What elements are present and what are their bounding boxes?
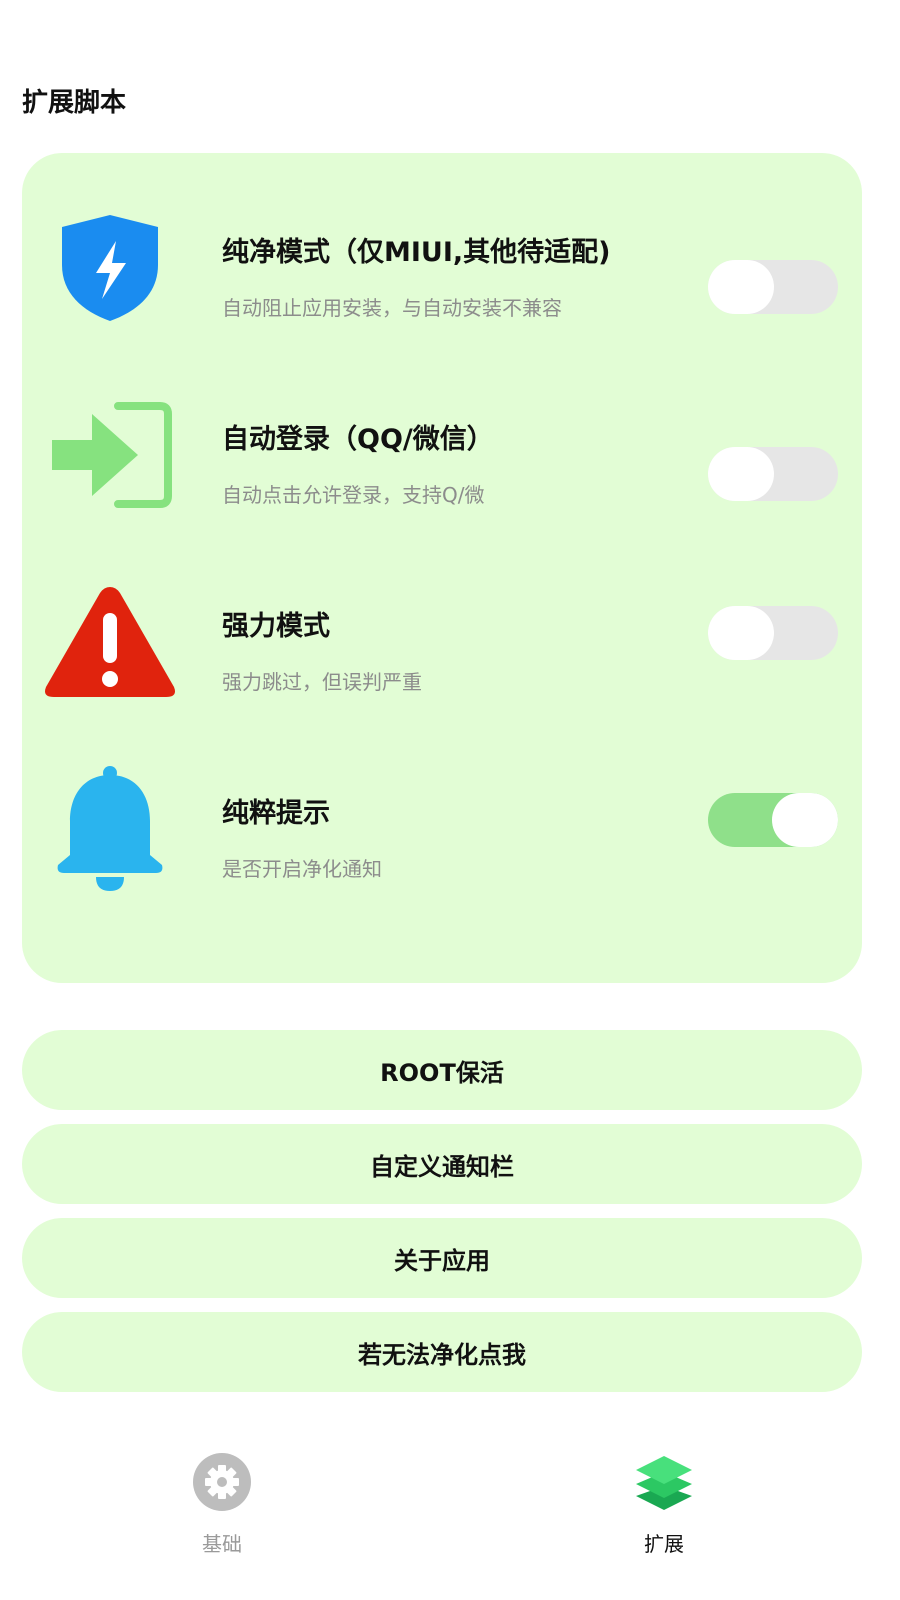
extension-page: 扩展脚本 纯净模式（仅MIUI,其他待适配) 自动阻止应用安装，与自动安装不兼容 xyxy=(0,0,900,1600)
setting-title: 强力模式 xyxy=(222,611,330,642)
toggle-knob xyxy=(708,606,774,660)
setting-subtitle: 是否开启净化通知 xyxy=(222,857,382,881)
setting-row-pure-notify: 纯粹提示 是否开启净化通知 xyxy=(22,759,862,919)
auto-login-toggle[interactable] xyxy=(708,447,838,501)
warning-triangle-icon xyxy=(40,572,180,712)
toggle-knob xyxy=(708,260,774,314)
gear-icon xyxy=(190,1450,254,1514)
about-app-button[interactable]: 关于应用 xyxy=(22,1218,862,1298)
toggle-knob xyxy=(708,447,774,501)
nav-item-basic[interactable]: 基础 xyxy=(152,1450,292,1580)
setting-subtitle: 自动阻止应用安装，与自动安装不兼容 xyxy=(222,296,562,320)
custom-notification-bar-button[interactable]: 自定义通知栏 xyxy=(22,1124,862,1204)
root-keepalive-button[interactable]: ROOT保活 xyxy=(22,1030,862,1110)
force-mode-toggle[interactable] xyxy=(708,606,838,660)
setting-row-pure-mode: 纯净模式（仅MIUI,其他待适配) 自动阻止应用安装，与自动安装不兼容 xyxy=(22,198,862,358)
setting-title: 纯净模式（仅MIUI,其他待适配) xyxy=(222,237,611,268)
setting-title: 纯粹提示 xyxy=(222,798,330,829)
settings-card: 纯净模式（仅MIUI,其他待适配) 自动阻止应用安装，与自动安装不兼容 自动登录… xyxy=(22,153,862,983)
shield-lightning-icon xyxy=(40,198,180,338)
nav-item-extension[interactable]: 扩展 xyxy=(594,1450,734,1580)
login-arrow-icon xyxy=(40,385,180,525)
section-title: 扩展脚本 xyxy=(22,88,127,118)
nav-label: 扩展 xyxy=(644,1532,684,1556)
toggle-knob xyxy=(772,793,838,847)
layers-icon xyxy=(632,1450,696,1514)
nav-label: 基础 xyxy=(202,1532,242,1556)
pure-notify-toggle[interactable] xyxy=(708,793,838,847)
setting-row-force-mode: 强力模式 强力跳过，但误判严重 xyxy=(22,572,862,732)
setting-title: 自动登录（QQ/微信） xyxy=(222,424,494,455)
bottom-navigation: 基础 扩展 xyxy=(0,1420,900,1600)
setting-subtitle: 自动点击允许登录，支持Q/微 xyxy=(222,483,485,507)
bell-icon xyxy=(40,759,180,899)
cannot-purify-help-button[interactable]: 若无法净化点我 xyxy=(22,1312,862,1392)
pure-mode-toggle[interactable] xyxy=(708,260,838,314)
setting-row-auto-login: 自动登录（QQ/微信） 自动点击允许登录，支持Q/微 xyxy=(22,385,862,545)
setting-subtitle: 强力跳过，但误判严重 xyxy=(222,670,422,694)
